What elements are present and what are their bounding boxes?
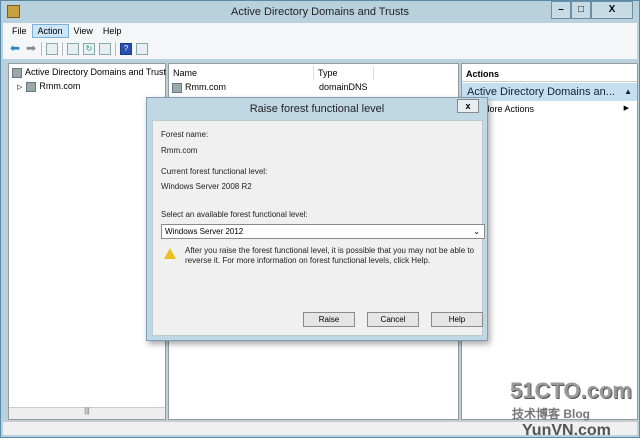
forward-arrow-icon[interactable]: ➡ <box>25 42 37 55</box>
current-level-label: Current forest functional level: <box>161 167 268 176</box>
raise-forest-level-dialog: Raise forest functional level x Forest n… <box>146 97 488 341</box>
tree-root-label: Active Directory Domains and Trust <box>25 67 167 77</box>
domain-icon <box>172 82 182 93</box>
minimize-button[interactable]: – <box>551 1 571 19</box>
expand-icon[interactable]: ▷ <box>17 84 22 91</box>
domain-icon <box>26 81 37 92</box>
menu-view[interactable]: View <box>69 25 98 37</box>
collapse-icon[interactable]: ▲ <box>624 87 632 96</box>
watermark-site: YunVN.com <box>522 422 611 439</box>
back-arrow-icon[interactable]: ⬅ <box>9 42 21 55</box>
forest-name-value: Rmm.com <box>161 146 198 155</box>
column-header-type[interactable]: Type <box>314 66 374 80</box>
warning-text: After you raise the forest functional le… <box>185 246 475 265</box>
tree-item-label: Rmm.com <box>39 81 81 91</box>
properties-icon[interactable] <box>67 43 79 55</box>
current-level-value: Windows Server 2008 R2 <box>161 182 252 191</box>
console-tree-pane: Active Directory Domains and Trust ▷ Rmm.… <box>8 63 166 420</box>
menu-file[interactable]: File <box>7 25 32 37</box>
select-level-label: Select an available forest functional le… <box>161 210 308 219</box>
export-list-icon[interactable] <box>99 43 111 55</box>
maximize-button[interactable]: □ <box>571 1 591 19</box>
column-header-name[interactable]: Name <box>169 66 314 80</box>
watermark-logo: 51CTO.com <box>510 378 632 403</box>
raise-button[interactable]: Raise <box>303 312 355 327</box>
window-title: Active Directory Domains and Trusts <box>231 6 409 18</box>
close-button[interactable]: X <box>591 1 633 19</box>
title-bar: Active Directory Domains and Trusts – □ … <box>1 1 639 23</box>
actions-section[interactable]: Active Directory Domains an... ▲ <box>462 83 637 101</box>
toolbar: ⬅ ➡ ↻ ? <box>3 39 637 59</box>
selected-level: Windows Server 2012 <box>165 227 244 236</box>
watermark-subtitle: 技术博客 Blog <box>512 407 590 421</box>
cancel-button[interactable]: Cancel <box>367 312 419 327</box>
show-hide-action-pane-icon[interactable] <box>136 43 148 55</box>
dialog-close-button[interactable]: x <box>457 99 479 113</box>
tree-root[interactable]: Active Directory Domains and Trust <box>12 67 166 78</box>
forest-name-label: Forest name: <box>161 130 209 139</box>
refresh-icon[interactable]: ↻ <box>83 43 95 55</box>
list-item-name: Rmm.com <box>185 82 226 92</box>
help-button[interactable]: Help <box>431 312 483 327</box>
menu-bar: File Action View Help <box>3 23 637 39</box>
horizontal-scrollbar[interactable]: ||| <box>9 407 165 419</box>
help-icon[interactable]: ? <box>120 43 132 55</box>
tree-item-rmm[interactable]: ▷ Rmm.com <box>17 81 80 92</box>
dialog-title: Raise forest functional level <box>249 103 385 115</box>
forest-level-select[interactable]: Windows Server 2012 ⌄ <box>161 224 485 239</box>
more-actions[interactable]: More Actions <box>482 104 534 114</box>
actions-section-label: Active Directory Domains an... <box>467 86 615 98</box>
list-item-type: domainDNS <box>319 82 368 92</box>
show-hide-console-tree-icon[interactable] <box>46 43 58 55</box>
list-item[interactable]: Rmm.com <box>172 82 226 93</box>
toolbar-separator <box>62 42 63 56</box>
warning-icon <box>164 248 176 259</box>
toolbar-separator <box>41 42 42 56</box>
ad-domains-icon <box>12 67 22 78</box>
menu-help[interactable]: Help <box>98 25 127 37</box>
chevron-down-icon: ⌄ <box>473 227 480 236</box>
actions-header: Actions <box>462 64 637 82</box>
toolbar-separator <box>115 42 116 56</box>
submenu-arrow-icon: ▶ <box>623 105 629 112</box>
menu-action[interactable]: Action <box>31 24 69 38</box>
